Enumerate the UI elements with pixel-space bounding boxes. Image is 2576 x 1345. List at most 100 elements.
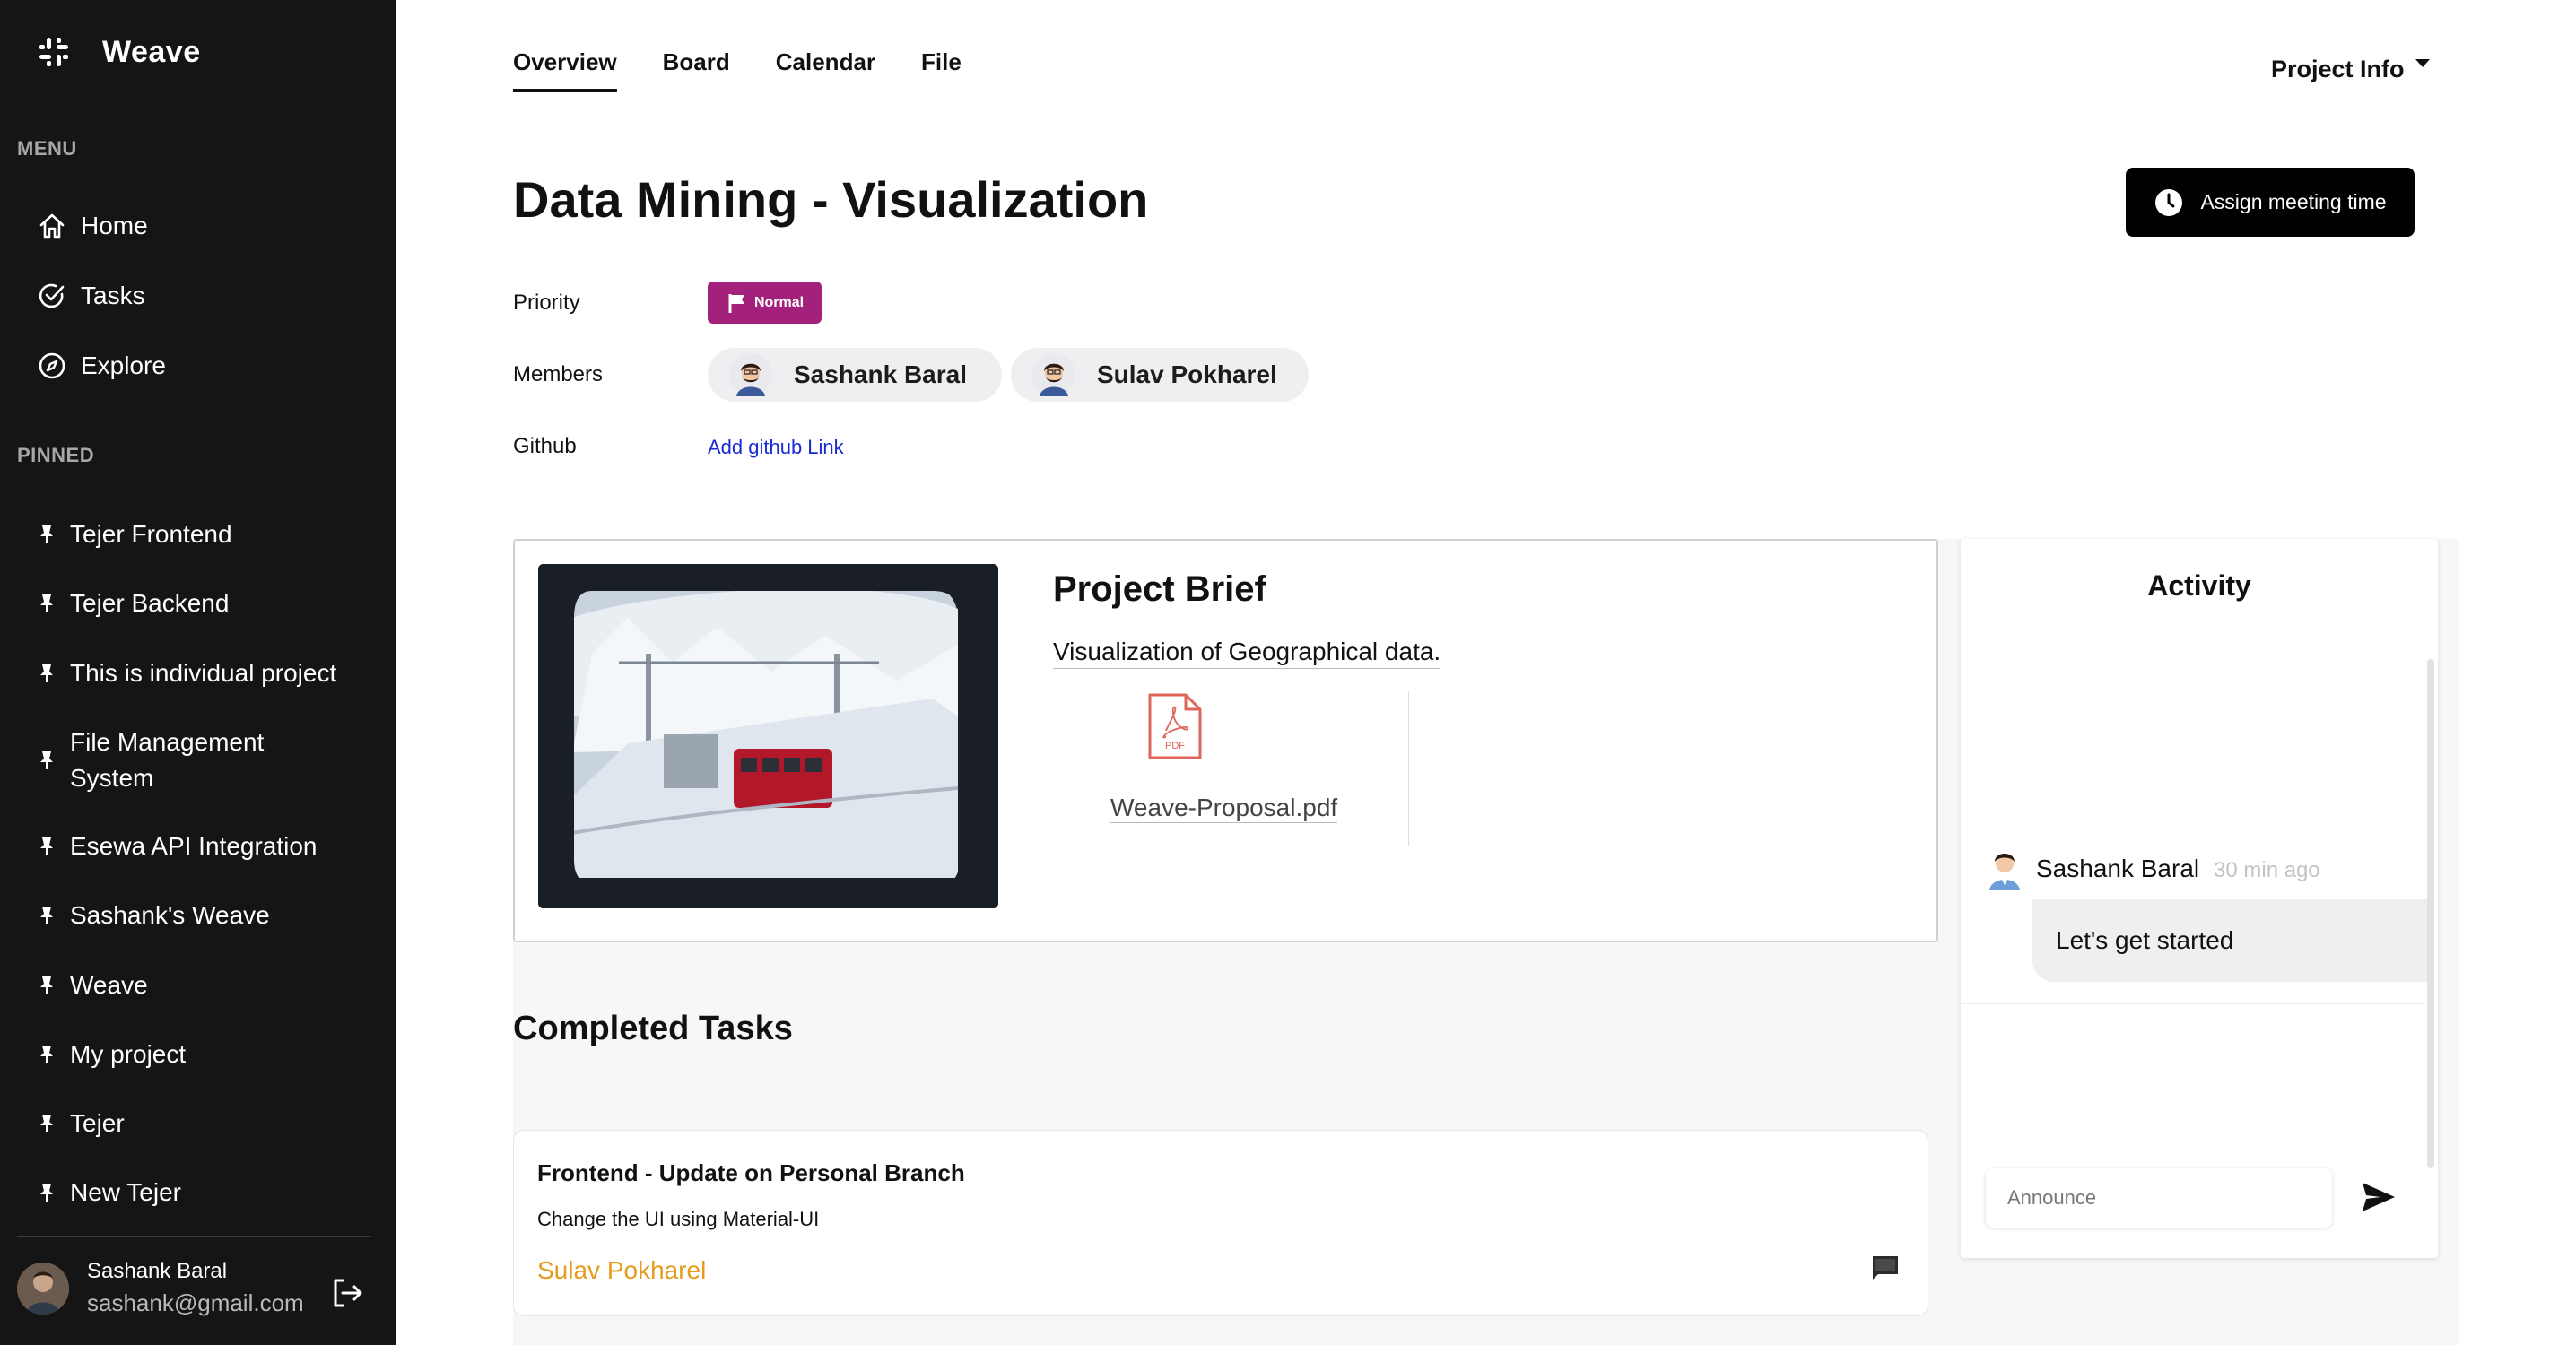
task-assignee: Sulav Pokharel: [537, 1256, 707, 1284]
message-avatar-icon: [1989, 854, 2020, 890]
activity-title: Activity: [2147, 569, 2251, 602]
project-tabs: Overview Board Calendar File: [513, 48, 1007, 92]
pin-icon: [40, 751, 53, 769]
brief-description: Visualization of Geographical data.: [1053, 638, 1441, 669]
check-circle-icon: [39, 283, 65, 308]
pinned-item[interactable]: Tejer Frontend: [38, 516, 370, 552]
menu-section-label: MENU: [17, 137, 77, 160]
tab-board[interactable]: Board: [663, 48, 730, 92]
pin-icon: [40, 837, 53, 855]
task-title: Frontend - Update on Personal Branch: [537, 1159, 965, 1186]
attachment-name: Weave-Proposal.pdf: [1110, 794, 1338, 823]
pdf-file-icon: PDF: [1148, 693, 1202, 759]
clock-icon: [2155, 188, 2183, 216]
tab-calendar[interactable]: Calendar: [776, 48, 875, 92]
sidebar-item-explore[interactable]: Explore: [38, 346, 166, 386]
sidebar-item-label: Explore: [81, 351, 166, 379]
github-label: Github: [513, 434, 577, 458]
user-email: sashank@gmail.com: [87, 1289, 304, 1316]
brand[interactable]: Weave: [38, 32, 201, 72]
pinned-item[interactable]: This is individual project: [38, 655, 370, 691]
assign-meeting-button[interactable]: Assign meeting time: [2126, 168, 2415, 237]
pin-icon: [40, 1115, 53, 1132]
page-title: Data Mining - Visualization: [513, 171, 1149, 228]
project-info-dropdown[interactable]: Project Info: [2271, 56, 2430, 83]
pinned-item[interactable]: Sashank's Weave: [38, 898, 370, 933]
message-bubble: Let's get started: [2032, 899, 2427, 982]
flag-icon: [728, 293, 744, 313]
send-icon[interactable]: [2361, 1181, 2397, 1213]
member-name: Sulav Pokharel: [1097, 360, 1277, 388]
member-name: Sashank Baral: [794, 360, 967, 388]
sidebar-item-label: Tasks: [81, 282, 145, 309]
activity-divider: [1961, 1003, 2424, 1004]
logout-icon[interactable]: [330, 1275, 366, 1311]
task-description: Change the UI using Material-UI: [537, 1208, 820, 1230]
assign-meeting-label: Assign meeting time: [2200, 190, 2387, 213]
compass-icon: [39, 352, 65, 379]
pin-icon: [40, 664, 53, 682]
pinned-item[interactable]: My project: [38, 1037, 370, 1072]
pin-icon: [40, 1184, 53, 1202]
pinned-item[interactable]: File Management System: [38, 725, 307, 796]
message-author: Sashank Baral: [2036, 855, 2200, 882]
avatar: [17, 1262, 69, 1315]
pinned-item[interactable]: Esewa API Integration: [38, 829, 370, 864]
pinned-item[interactable]: Weave: [38, 968, 370, 1003]
user-profile[interactable]: Sashank Baral sashank@gmail.com: [17, 1259, 304, 1317]
sidebar-item-tasks[interactable]: Tasks: [38, 276, 145, 316]
activity-panel: Activity Sashank Baral 30 min ago Let's …: [1961, 539, 2438, 1258]
pinned-item[interactable]: Tejer Backend: [38, 586, 370, 621]
user-photo-icon: [17, 1262, 69, 1315]
member-avatar-icon: [1032, 353, 1075, 396]
sidebar-item-home[interactable]: Home: [38, 206, 148, 246]
pin-icon: [40, 907, 53, 924]
sidebar: Weave MENU Home Tasks Explore PINNED Tej…: [0, 0, 396, 1345]
pinned-item-label: Tejer: [70, 1109, 125, 1137]
pin-icon: [40, 1046, 53, 1063]
members-label: Members: [513, 362, 604, 386]
add-github-link[interactable]: Add github Link: [708, 436, 844, 459]
app: Weave MENU Home Tasks Explore PINNED Tej…: [0, 0, 2576, 1345]
pinned-item-label: Esewa API Integration: [70, 832, 318, 860]
brief-title: Project Brief: [1053, 569, 1266, 609]
priority-value: Normal: [753, 294, 805, 310]
pdf-icon-text: PDF: [1165, 741, 1185, 751]
project-cover-image: [538, 564, 998, 908]
slack-grid-icon: [39, 38, 68, 66]
project-brief-card: Project Brief Visualization of Geographi…: [513, 539, 1938, 942]
pinned-item[interactable]: New Tejer: [38, 1175, 370, 1210]
project-info-label: Project Info: [2271, 56, 2405, 82]
snow-train-image: [538, 564, 998, 908]
comment-icon[interactable]: [1870, 1253, 1901, 1283]
pin-icon: [40, 594, 53, 612]
priority-badge[interactable]: Normal: [708, 282, 822, 324]
caret-down-icon: [2415, 59, 2430, 67]
pinned-item-label: File Management System: [70, 728, 265, 792]
message-time: 30 min ago: [2214, 858, 2320, 882]
pinned-item-label: New Tejer: [70, 1178, 181, 1206]
task-card[interactable]: Frontend - Update on Personal Branch Cha…: [513, 1130, 1928, 1316]
completed-tasks-title: Completed Tasks: [513, 1010, 793, 1047]
pinned-section-label: PINNED: [17, 444, 95, 466]
sidebar-divider: [17, 1236, 371, 1237]
member-avatar-icon: [729, 353, 772, 396]
announce-input[interactable]: [1986, 1168, 2332, 1228]
activity-scrollbar[interactable]: [2427, 659, 2434, 1168]
pinned-item-label: Weave: [70, 971, 148, 999]
priority-label: Priority: [513, 291, 580, 315]
home-icon: [39, 213, 65, 239]
pin-icon: [40, 525, 53, 543]
member-chip[interactable]: Sulav Pokharel: [1011, 348, 1309, 402]
pinned-item-label: Tejer Frontend: [70, 520, 232, 548]
tab-file[interactable]: File: [921, 48, 962, 92]
pinned-item-label: This is individual project: [70, 659, 337, 687]
attachment-separator: [1408, 691, 1409, 846]
user-name: Sashank Baral: [87, 1259, 228, 1283]
pinned-item-label: Sashank's Weave: [70, 901, 270, 929]
pinned-item[interactable]: Tejer: [38, 1106, 370, 1141]
tab-overview[interactable]: Overview: [513, 48, 617, 92]
member-chip[interactable]: Sashank Baral: [708, 348, 1002, 402]
pinned-item-label: My project: [70, 1040, 187, 1068]
pin-icon: [40, 976, 53, 994]
